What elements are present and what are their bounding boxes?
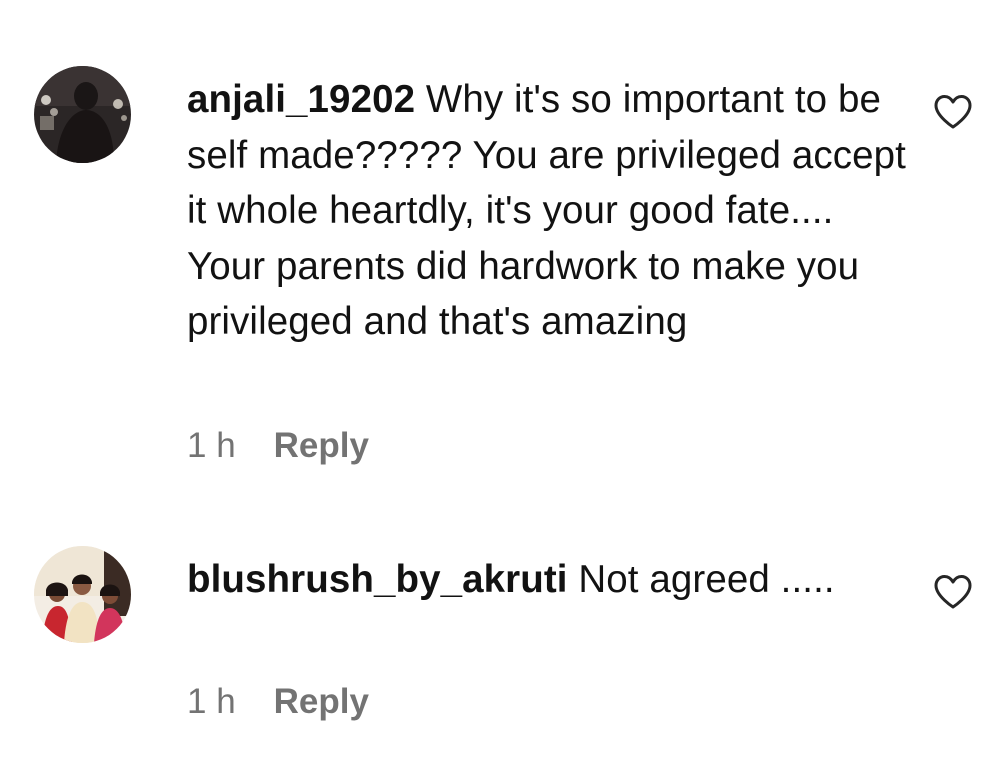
- comment-username[interactable]: anjali_19202: [187, 78, 415, 121]
- reply-button[interactable]: Reply: [274, 426, 369, 466]
- comment-timestamp: 1 h: [187, 682, 236, 721]
- comment-timestamp: 1 h: [187, 426, 236, 465]
- avatar[interactable]: [34, 546, 131, 643]
- like-button[interactable]: [933, 94, 973, 130]
- heart-outline-icon: [934, 575, 972, 609]
- comment-meta: 1 h Reply: [187, 426, 369, 466]
- avatar-photo: [34, 546, 131, 643]
- reply-button[interactable]: Reply: [274, 682, 369, 722]
- comment-text: Not agreed .....: [578, 558, 835, 601]
- comment-meta: 1 h Reply: [187, 682, 369, 722]
- comment-text-block: anjali_19202 Why it's so important to be…: [187, 72, 907, 350]
- comment-username[interactable]: blushrush_by_akruti: [187, 558, 568, 601]
- like-button[interactable]: [933, 574, 973, 610]
- comment-text-block: blushrush_by_akruti Not agreed .....: [187, 552, 907, 608]
- avatar[interactable]: [34, 66, 131, 163]
- avatar-photo: [34, 66, 131, 163]
- heart-outline-icon: [934, 95, 972, 129]
